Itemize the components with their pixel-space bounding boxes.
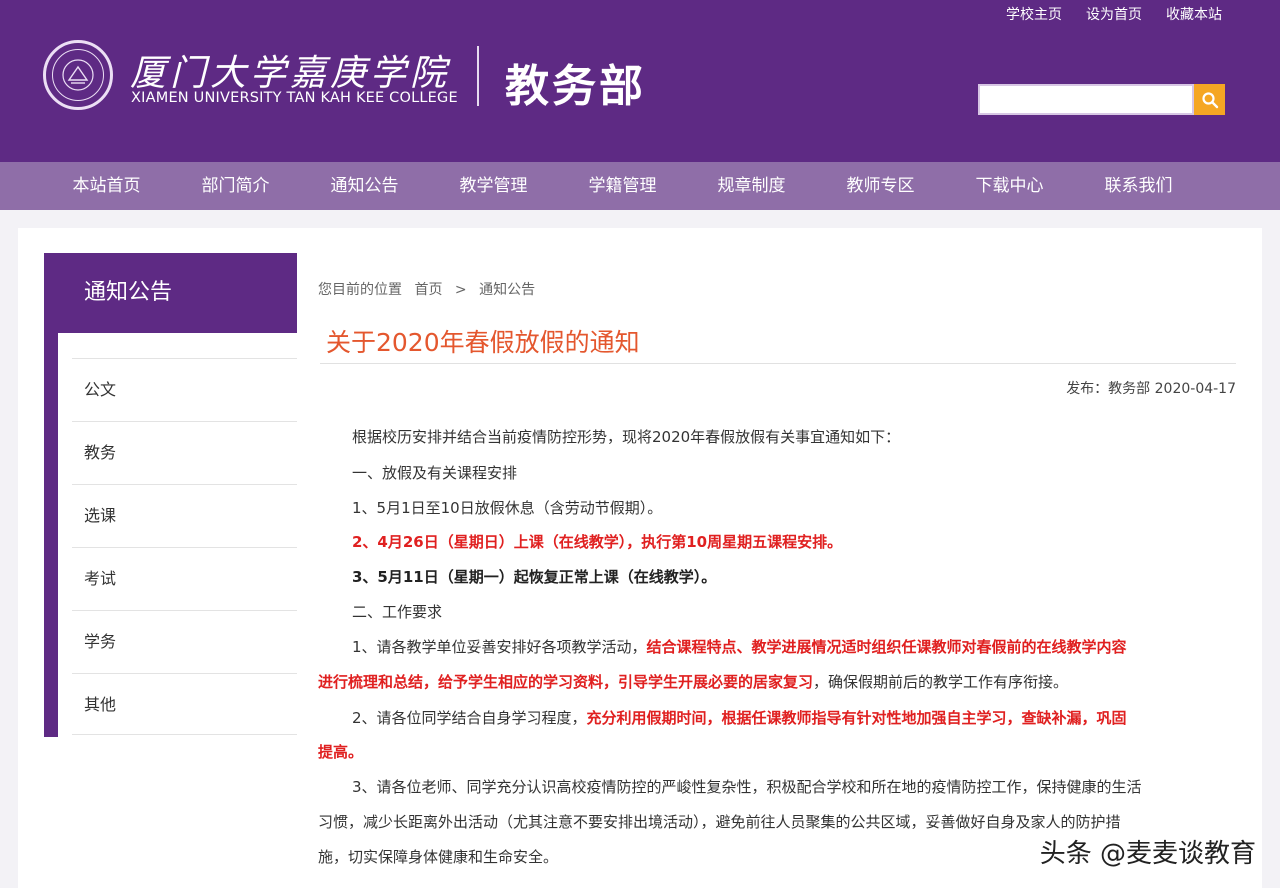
nav-notices[interactable]: 通知公告	[300, 162, 429, 210]
nav-teaching[interactable]: 教学管理	[429, 162, 558, 210]
breadcrumb-label: 您目前的位置	[318, 282, 402, 298]
title-divider	[320, 363, 1236, 364]
sidebar-item-documents[interactable]: 公文	[72, 358, 297, 420]
schedule-item-3: 3、5月11日（星期一）起恢复正常上课（在线教学）。	[352, 568, 717, 586]
requirement-2-text: 2、请各位同学结合自身学习程度，	[352, 709, 587, 727]
requirement-3-line-3: 施，切实保障身体健康和生命安全。	[318, 848, 559, 866]
nav-downloads[interactable]: 下载中心	[945, 162, 1074, 210]
breadcrumb: 您目前的位置 首页 > 通知公告	[318, 279, 535, 299]
article-intro: 根据校历安排并结合当前疫情防控形势，现将2020年春假放假有关事宜通知如下：	[352, 428, 901, 446]
sidebar-item-other[interactable]: 其他	[72, 673, 297, 735]
link-school-home[interactable]: 学校主页	[1006, 4, 1062, 24]
section-heading-2: 二、工作要求	[352, 603, 443, 621]
nav-about[interactable]: 部门简介	[171, 162, 300, 210]
sidebar-title: 通知公告	[44, 253, 297, 333]
sidebar-menu: 公文 教务 选课 考试 学务 其他	[44, 333, 297, 737]
breadcrumb-separator: >	[454, 282, 467, 298]
breadcrumb-home[interactable]: 首页	[414, 282, 442, 298]
sidebar-item-course-selection[interactable]: 选课	[72, 484, 297, 546]
nav-home[interactable]: 本站首页	[42, 162, 171, 210]
logo-divider	[477, 46, 479, 106]
requirement-1-highlight: 结合课程特点、教学进展情况适时组织任课教师对春假前的在线教学内容	[646, 638, 1127, 656]
requirement-2-line-2: 提高。	[318, 743, 364, 761]
article-meta: 发布：教务部 2020-04-17	[1066, 381, 1236, 397]
requirement-1-line-1: 1、请各教学单位妥善安排好各项教学活动，结合课程特点、教学进展情况适时组织任课教…	[352, 636, 1127, 657]
requirement-3-line-2: 习惯，减少长距离外出活动（尤其注意不要安排出境活动），避免前往人员聚集的公共区域…	[318, 813, 1121, 831]
watermark: 头条 @麦麦谈教育	[1039, 839, 1256, 869]
site-search	[978, 84, 1225, 115]
department-title: 教务部	[505, 61, 646, 112]
site-header: 学校主页 设为首页 收藏本站 厦门大学嘉庚学院 XIAMEN UNIVERSIT…	[0, 0, 1280, 162]
sidebar-item-exams[interactable]: 考试	[72, 547, 297, 609]
link-set-homepage[interactable]: 设为首页	[1086, 4, 1142, 24]
breadcrumb-current[interactable]: 通知公告	[479, 282, 535, 298]
search-input[interactable]	[978, 84, 1194, 115]
search-icon	[1201, 91, 1218, 108]
article-title: 关于2020年春假放假的通知	[326, 328, 640, 357]
search-button[interactable]	[1194, 84, 1225, 115]
requirement-1-highlight-cont: 进行梳理和总结，给予学生相应的学习资料，引导学生开展必要的居家复习	[318, 673, 814, 691]
requirement-2-highlight: 充分利用假期时间，根据任课教师指导有针对性地加强自主学习，查缺补漏，巩固	[586, 709, 1127, 727]
college-name-en: XIAMEN UNIVERSITY TAN KAH KEE COLLEGE	[131, 90, 458, 106]
requirement-1-end: ，确保假期前后的教学工作有序衔接。	[813, 673, 1069, 691]
requirement-3-line-1: 3、请各位老师、同学充分认识高校疫情防控的严峻性复杂性，积极配合学校和所在地的疫…	[352, 778, 1142, 796]
college-name-cn: 厦门大学嘉庚学院	[130, 53, 451, 94]
top-links: 学校主页 设为首页 收藏本站	[1006, 4, 1222, 24]
requirement-2-line-1: 2、请各位同学结合自身学习程度，充分利用假期时间，根据任课教师指导有针对性地加强…	[352, 707, 1127, 728]
schedule-item-2: 2、4月26日（星期日）上课（在线教学），执行第10周星期五课程安排。	[352, 533, 843, 551]
section-heading-1: 一、放假及有关课程安排	[352, 464, 518, 482]
main-nav: 本站首页 部门简介 通知公告 教学管理 学籍管理 规章制度 教师专区 下载中心 …	[0, 162, 1280, 210]
schedule-item-1: 1、5月1日至10日放假休息（含劳动节假期）。	[352, 499, 663, 517]
requirement-1-line-2: 进行梳理和总结，给予学生相应的学习资料，引导学生开展必要的居家复习，确保假期前后…	[318, 671, 1068, 692]
sidebar-item-student-affairs[interactable]: 学务	[72, 610, 297, 672]
requirement-1-text: 1、请各教学单位妥善安排好各项教学活动，	[352, 638, 647, 656]
nav-teachers[interactable]: 教师专区	[816, 162, 945, 210]
sidebar-item-academic[interactable]: 教务	[72, 421, 297, 483]
nav-contact[interactable]: 联系我们	[1074, 162, 1203, 210]
nav-regulations[interactable]: 规章制度	[687, 162, 816, 210]
link-bookmark-site[interactable]: 收藏本站	[1166, 4, 1222, 24]
nav-registry[interactable]: 学籍管理	[558, 162, 687, 210]
college-seal-icon[interactable]	[43, 40, 113, 110]
